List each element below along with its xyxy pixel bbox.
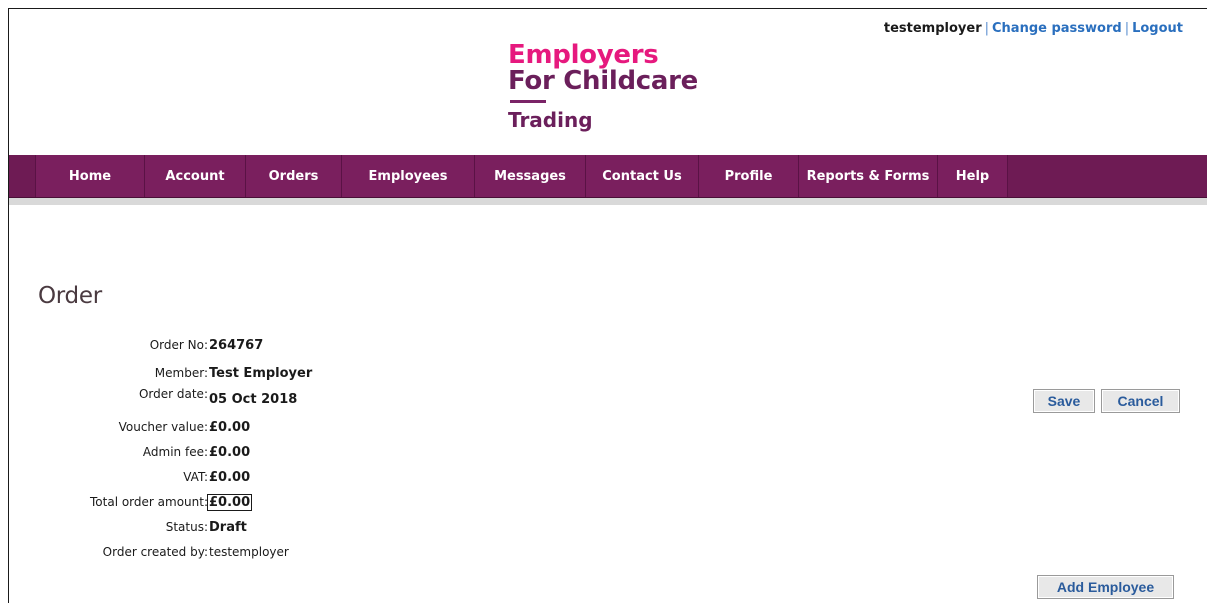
cancel-button[interactable]: Cancel	[1101, 389, 1180, 413]
member-row: Member: Test Employer	[0, 366, 400, 386]
order-no-label: Order No:	[149, 338, 208, 352]
main-nav: Home Account Orders Employees Messages C…	[9, 155, 1207, 198]
order-date-label: Order date:	[138, 387, 208, 401]
logout-link[interactable]: Logout	[1132, 21, 1183, 36]
admin-fee-row: Admin fee: £0.00	[0, 445, 400, 465]
created-by-row: Order created by: testemployer	[0, 545, 400, 565]
page-title: Order	[38, 283, 102, 310]
created-by-value: testemployer	[209, 545, 289, 559]
logo-divider	[510, 100, 546, 103]
order-date-value: 05 Oct 2018	[209, 392, 298, 407]
logo-line-employers: Employers	[508, 40, 659, 70]
user-bar: testemployer | Change password | Logout	[884, 21, 1183, 36]
add-employee-button[interactable]: Add Employee	[1037, 575, 1174, 599]
vat-label: VAT:	[183, 470, 208, 484]
logo-line-for-childcare: For Childcare	[508, 66, 698, 96]
status-row: Status: Draft	[0, 520, 400, 540]
admin-fee-value: £0.00	[209, 445, 251, 460]
admin-fee-label: Admin fee:	[142, 445, 208, 459]
voucher-label: Voucher value:	[118, 420, 208, 434]
nav-employees[interactable]: Employees	[342, 155, 475, 197]
save-button[interactable]: Save	[1033, 389, 1095, 413]
change-password-link[interactable]: Change password	[992, 21, 1122, 36]
nav-profile[interactable]: Profile	[699, 155, 799, 197]
order-no-value: 264767	[209, 338, 264, 353]
member-label: Member:	[154, 366, 208, 380]
order-no-row: Order No: 264767	[0, 338, 400, 358]
nav-contact-us[interactable]: Contact Us	[586, 155, 699, 197]
member-value: Test Employer	[209, 366, 313, 381]
nav-reports-forms[interactable]: Reports & Forms	[799, 155, 938, 197]
status-label: Status:	[165, 520, 208, 534]
separator: |	[1124, 21, 1130, 36]
nav-orders[interactable]: Orders	[246, 155, 342, 197]
voucher-row: Voucher value: £0.00	[0, 420, 400, 440]
nav-account[interactable]: Account	[145, 155, 246, 197]
created-by-label: Order created by:	[102, 545, 208, 559]
total-row: Total order amount: £0.00	[0, 494, 400, 515]
total-value: £0.00	[207, 494, 253, 511]
nav-help[interactable]: Help	[938, 155, 1008, 197]
nav-underbar	[9, 198, 1207, 205]
vat-value: £0.00	[209, 470, 251, 485]
nav-messages[interactable]: Messages	[475, 155, 586, 197]
logo-line-trading: Trading	[508, 108, 593, 132]
separator: |	[984, 21, 989, 36]
order-date-row: Order date: 05 Oct 2018	[0, 387, 400, 407]
logo[interactable]: Employers For Childcare Trading	[508, 42, 698, 131]
status-value: Draft	[209, 520, 247, 535]
nav-home[interactable]: Home	[35, 155, 145, 197]
voucher-value: £0.00	[209, 420, 251, 435]
total-label: Total order amount:	[90, 495, 208, 509]
username: testemployer	[883, 21, 982, 36]
vat-row: VAT: £0.00	[0, 470, 400, 490]
